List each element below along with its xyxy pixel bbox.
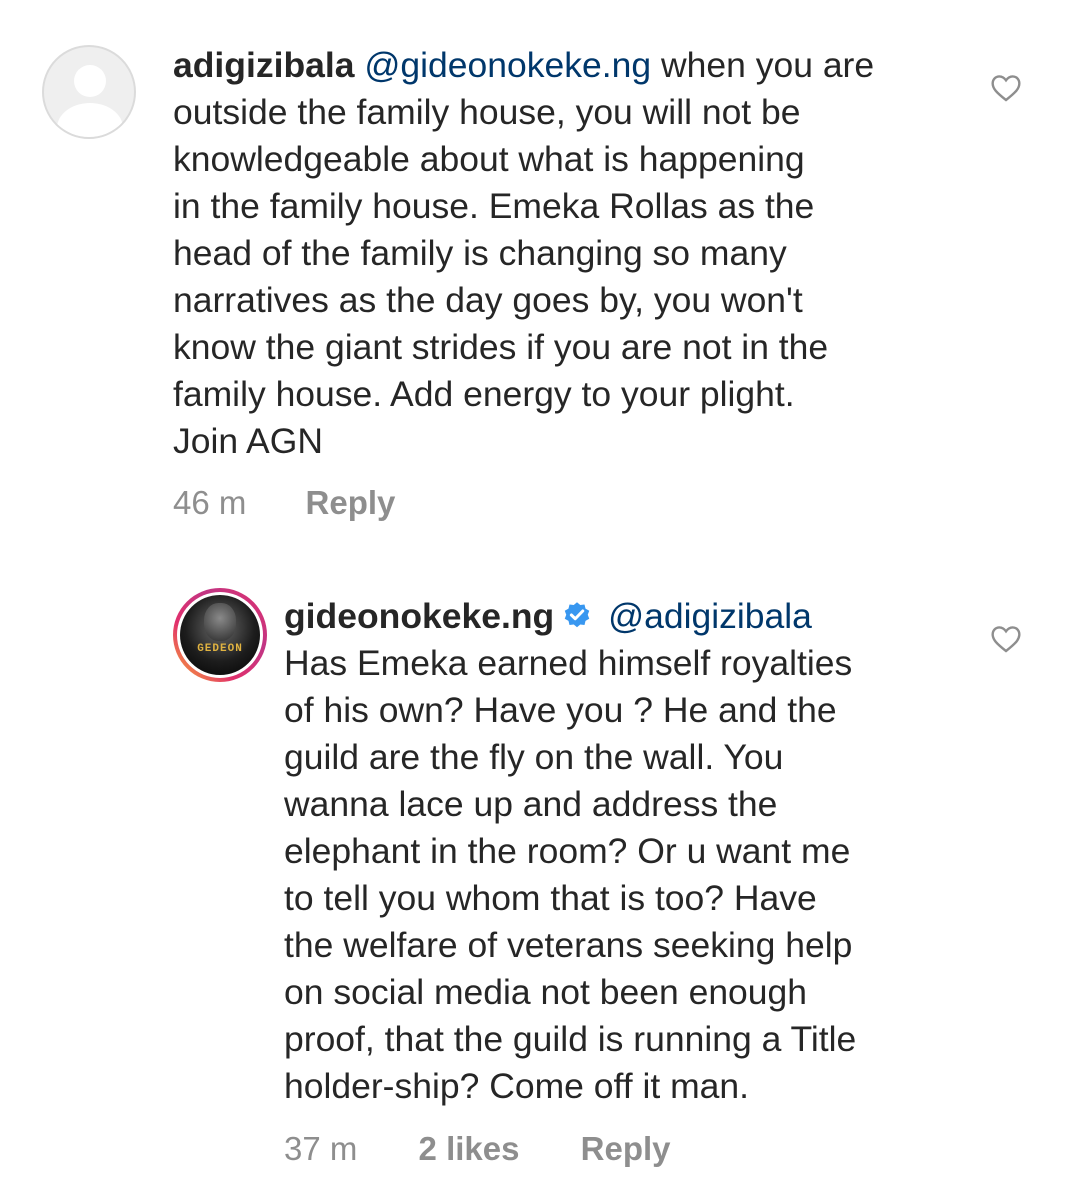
default-profile-icon — [74, 65, 106, 97]
reply-text: gideonokeke.ng @adigizibala Has Emeka ea… — [284, 596, 857, 1106]
avatar-brand-text: GEDEON — [197, 643, 243, 655]
heart-outline-icon[interactable] — [990, 72, 1022, 104]
mention-link[interactable]: @gideonokeke.ng — [364, 45, 651, 85]
heart-outline-icon[interactable] — [990, 623, 1022, 655]
verified-badge-icon — [565, 602, 590, 628]
comment-username[interactable]: adigizibala — [173, 45, 355, 85]
likes-count-link[interactable]: 2 likes — [419, 1130, 520, 1168]
comment-meta: 46 m Reply — [173, 484, 395, 522]
comment-time: 37 m — [284, 1130, 358, 1167]
comment-text: adigizibala @gideonokeke.ng when you are… — [173, 45, 875, 461]
mention-link[interactable]: @adigizibala — [608, 596, 812, 636]
avatar[interactable] — [42, 45, 136, 139]
reply-button[interactable]: Reply — [581, 1130, 671, 1168]
reply-button[interactable]: Reply — [306, 484, 396, 522]
avatar[interactable]: GEDEON — [173, 588, 267, 682]
comment-time: 46 m — [173, 484, 247, 521]
reply-meta: 37 m 2 likes Reply — [284, 1130, 671, 1168]
comment-username[interactable]: gideonokeke.ng — [284, 596, 554, 636]
